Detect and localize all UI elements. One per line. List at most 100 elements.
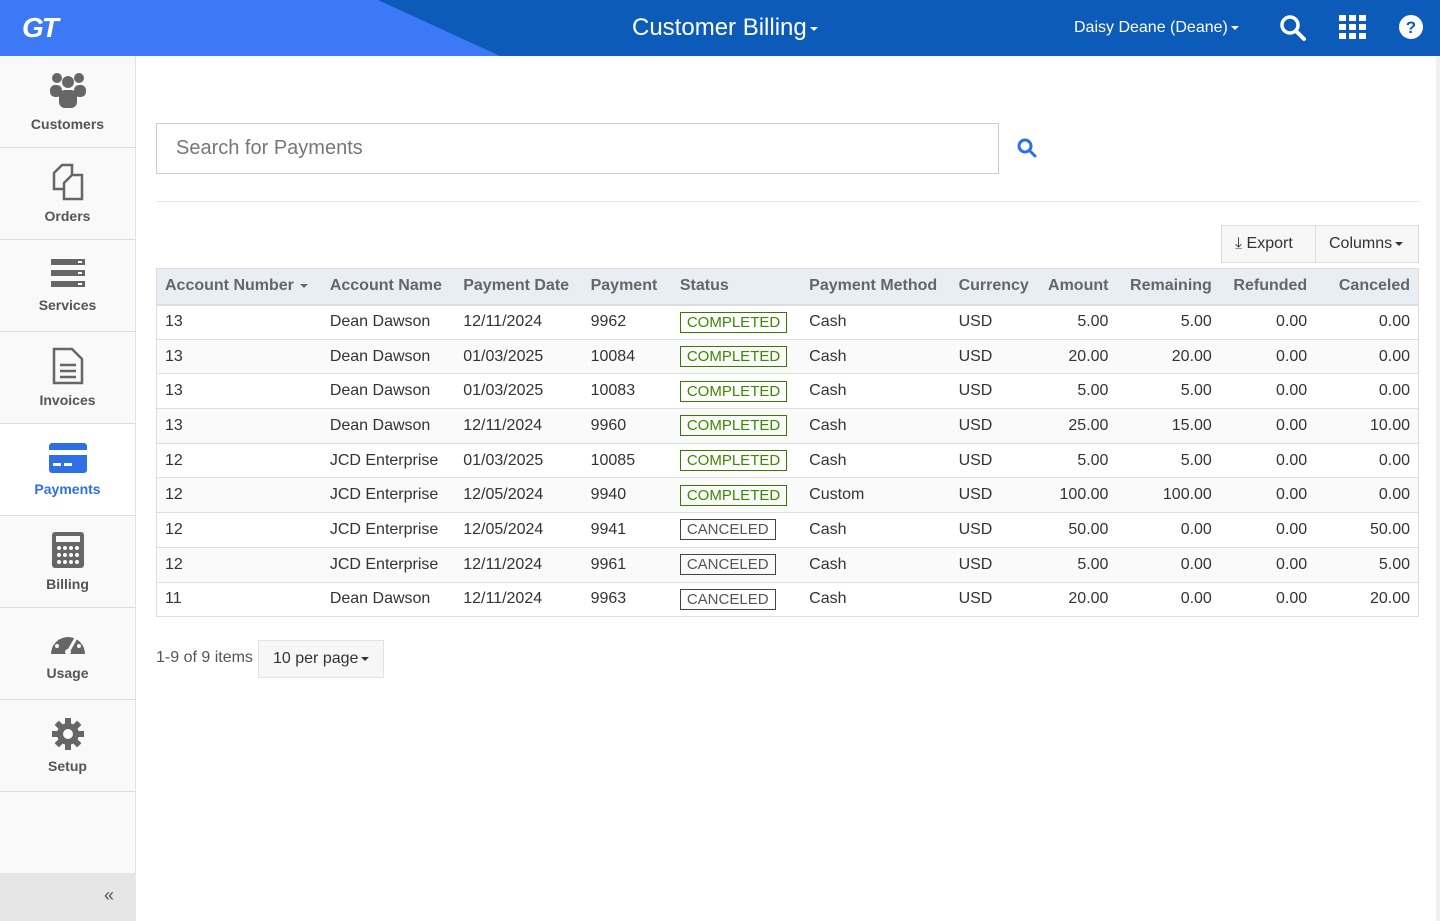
status-badge: CANCELED [679, 588, 776, 610]
table-row[interactable]: 11 Dean Dawson 12/11/2024 9963 CANCELED Cash U… [156, 582, 1419, 618]
gauge-icon [49, 626, 87, 661]
search-icon[interactable] [1016, 137, 1038, 159]
column-header-payment-method[interactable]: Payment Method [801, 268, 951, 306]
cell-payment-method: Cash [801, 304, 951, 340]
cell-payment-method: Cash [801, 512, 951, 548]
caret-down-icon [809, 26, 818, 31]
cell-remaining: 5.00 [1116, 373, 1220, 410]
apps-grid-icon[interactable] [1339, 14, 1367, 42]
status-badge: COMPLETED [679, 346, 788, 368]
table-row[interactable]: 12 JCD Enterprise 12/11/2024 9961 CANCELED Ca… [156, 547, 1419, 583]
cell-amount: 5.00 [1036, 373, 1117, 410]
cell-payment: 10085 [582, 443, 672, 479]
column-header-currency[interactable]: Currency [950, 268, 1037, 306]
cell-canceled: 20.00 [1315, 582, 1419, 618]
sidebar-item-label: Payments [34, 481, 101, 497]
status-badge: COMPLETED [679, 415, 788, 437]
sidebar-item-label: Services [38, 297, 97, 313]
table-row[interactable]: 13 Dean Dawson 01/03/2025 10084 COMPLETED Cas… [156, 339, 1419, 375]
sidebar-item-usage[interactable]: Usage [0, 608, 135, 700]
status-badge: COMPLETED [679, 380, 788, 402]
cell-refunded: 0.00 [1219, 582, 1316, 618]
table-row[interactable]: 12 JCD Enterprise 12/05/2024 9941 CANCELED Ca… [156, 512, 1419, 548]
caret-down-icon [361, 656, 370, 661]
cell-account-number: 13 [156, 339, 322, 375]
cell-payment: 9963 [582, 582, 672, 618]
table-row[interactable]: 12 JCD Enterprise 01/03/2025 10085 COMPLETED… [156, 443, 1419, 479]
cell-payment-method: Custom [801, 477, 951, 514]
user-menu[interactable]: Daisy Deane (Deane) [1074, 19, 1239, 37]
cell-remaining: 5.00 [1116, 304, 1220, 340]
cell-currency: USD [950, 547, 1037, 583]
table-row[interactable]: 13 Dean Dawson 01/03/2025 10083 COMPLETED Cas… [156, 373, 1419, 410]
sidebar-item-label: Usage [46, 665, 89, 681]
invoice-icon [52, 347, 84, 388]
cell-account-name: JCD Enterprise [321, 512, 456, 548]
sidebar-item-label: Orders [44, 208, 91, 224]
cell-payment-method: Cash [801, 408, 951, 444]
cell-status: COMPLETED [671, 373, 802, 410]
column-header-account-number[interactable]: Account Number [156, 268, 322, 306]
cell-payment-date: 01/03/2025 [455, 373, 583, 410]
column-header-payment-date[interactable]: Payment Date [455, 268, 583, 306]
cell-account-name: JCD Enterprise [321, 547, 456, 583]
sidebar-item-orders[interactable]: Orders [0, 148, 135, 240]
cell-payment-method: Cash [801, 443, 951, 479]
cell-payment-date: 01/03/2025 [455, 339, 583, 375]
cell-payment-method: Cash [801, 582, 951, 618]
cell-amount: 20.00 [1036, 582, 1117, 618]
collapse-sidebar-button[interactable]: « [0, 873, 136, 921]
cell-refunded: 0.00 [1219, 339, 1316, 375]
gear-icon [51, 717, 85, 754]
sidebar-item-customers[interactable]: Customers [0, 56, 135, 148]
column-header-remaining[interactable]: Remaining [1116, 268, 1220, 306]
sidebar-item-label: Setup [48, 758, 87, 774]
cell-refunded: 0.00 [1219, 443, 1316, 479]
column-header-account-name[interactable]: Account Name [321, 268, 456, 306]
sidebar-item-payments[interactable]: Payments [0, 424, 135, 516]
orders-icon [50, 163, 86, 204]
status-badge: CANCELED [679, 554, 776, 576]
cell-refunded: 0.00 [1219, 304, 1316, 340]
column-header-amount[interactable]: Amount [1036, 268, 1117, 306]
sidebar-item-label: Invoices [39, 392, 96, 408]
cell-remaining: 20.00 [1116, 339, 1220, 375]
export-button[interactable]: ⤓ Export [1221, 225, 1316, 263]
cell-payment-method: Cash [801, 339, 951, 375]
sidebar-item-invoices[interactable]: Invoices [0, 332, 135, 424]
columns-button[interactable]: Columns [1315, 225, 1419, 263]
app-title-dropdown[interactable]: Customer Billing [632, 14, 818, 42]
cell-amount: 20.00 [1036, 339, 1117, 375]
sidebar: Customers Orders Services Invoices Payments B… [0, 56, 136, 921]
table-row[interactable]: 13 Dean Dawson 12/11/2024 9962 COMPLETED Cash… [156, 304, 1419, 340]
column-header-refunded[interactable]: Refunded [1219, 268, 1316, 306]
search-icon[interactable] [1279, 14, 1307, 42]
column-header-canceled[interactable]: Canceled [1315, 268, 1419, 306]
cell-remaining: 0.00 [1116, 512, 1220, 548]
cell-status: COMPLETED [671, 339, 802, 375]
sidebar-item-setup[interactable]: Setup [0, 700, 135, 792]
scrollbar[interactable] [1436, 56, 1440, 921]
cell-amount: 5.00 [1036, 443, 1117, 479]
cell-canceled: 0.00 [1315, 373, 1419, 410]
cell-status: COMPLETED [671, 304, 802, 340]
table-row[interactable]: 13 Dean Dawson 12/11/2024 9960 COMPLETED Cash… [156, 408, 1419, 444]
cell-payment-date: 12/11/2024 [455, 304, 583, 340]
sidebar-item-billing[interactable]: Billing [0, 516, 135, 608]
column-header-status[interactable]: Status [671, 268, 802, 306]
per-page-dropdown[interactable]: 10 per page [258, 640, 385, 678]
cell-payment: 10083 [582, 373, 672, 410]
search-payments-input[interactable] [156, 123, 999, 174]
cell-canceled: 50.00 [1315, 512, 1419, 548]
sidebar-item-services[interactable]: Services [0, 240, 135, 332]
cell-refunded: 0.00 [1219, 373, 1316, 410]
caret-down-icon [1395, 241, 1404, 246]
cell-amount: 100.00 [1036, 477, 1117, 514]
column-header-payment[interactable]: Payment [582, 268, 672, 306]
cell-canceled: 5.00 [1315, 547, 1419, 583]
services-icon [50, 258, 86, 293]
logo[interactable]: GT [22, 12, 59, 44]
help-icon[interactable]: ? [1398, 14, 1424, 40]
cell-canceled: 0.00 [1315, 304, 1419, 340]
table-row[interactable]: 12 JCD Enterprise 12/05/2024 9940 COMPLETED C… [156, 477, 1419, 514]
